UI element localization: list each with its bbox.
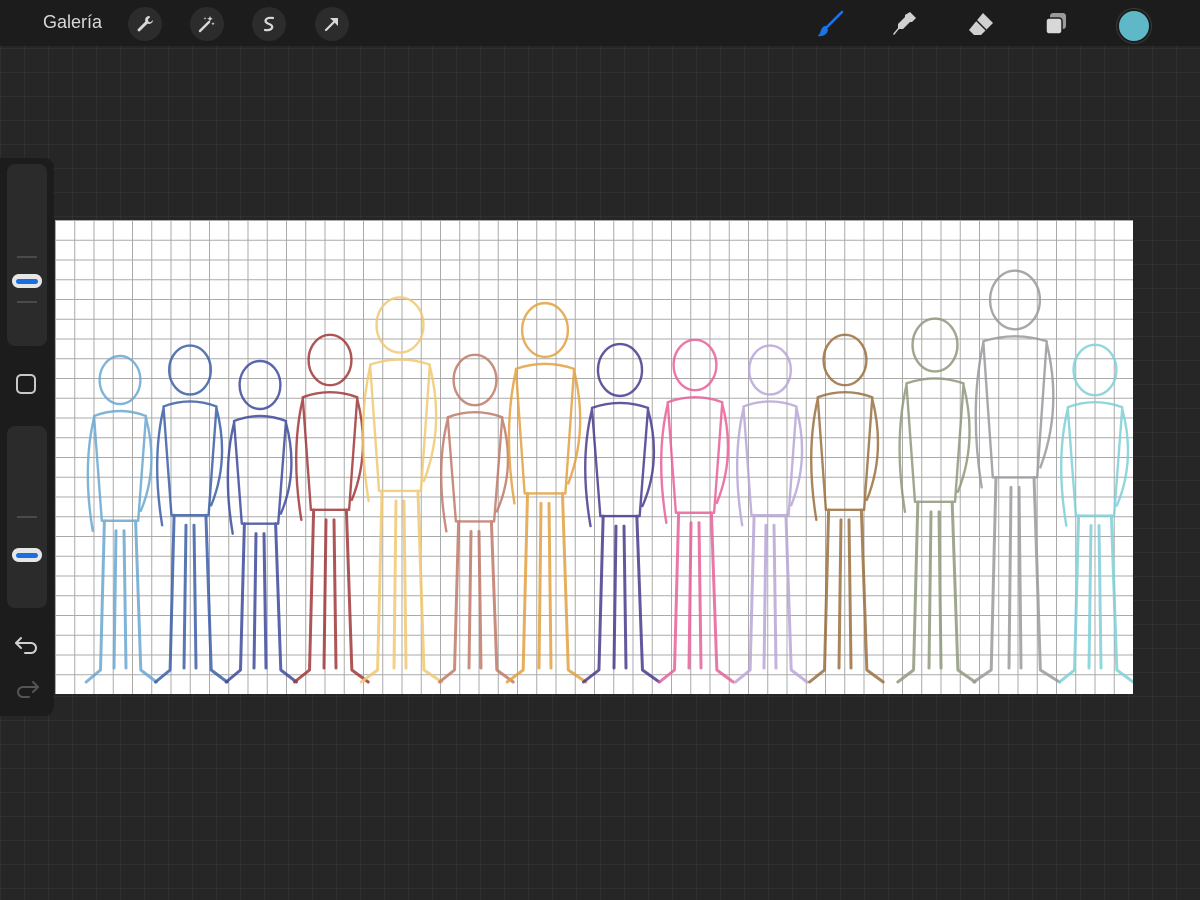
sketch-figure bbox=[438, 353, 515, 684]
selection-s-icon[interactable] bbox=[252, 7, 286, 41]
sketch-figure bbox=[658, 338, 735, 684]
gallery-button[interactable]: Galería bbox=[43, 12, 102, 33]
brush-size-slider[interactable] bbox=[7, 164, 47, 346]
sidebar bbox=[0, 158, 54, 716]
sketch-figure bbox=[808, 333, 885, 684]
sketch-figure bbox=[224, 359, 298, 684]
sketch-figure bbox=[581, 342, 661, 684]
color-picker-button[interactable] bbox=[1117, 9, 1151, 43]
top-toolbar: Galería bbox=[0, 0, 1200, 46]
sketch-figure bbox=[154, 344, 229, 684]
modify-square-icon[interactable] bbox=[16, 374, 36, 394]
sketch-figure bbox=[505, 301, 588, 684]
slider-tick bbox=[17, 256, 37, 258]
brush-icon[interactable] bbox=[812, 6, 848, 42]
smudge-icon[interactable] bbox=[887, 6, 923, 42]
sketch-figure bbox=[359, 296, 444, 684]
drawing-canvas[interactable] bbox=[55, 220, 1133, 694]
eraser-icon[interactable] bbox=[963, 6, 999, 42]
redo-icon[interactable] bbox=[13, 676, 41, 700]
sketch-figure bbox=[896, 317, 977, 684]
transform-arrow-icon[interactable] bbox=[315, 7, 349, 41]
layers-icon[interactable] bbox=[1038, 6, 1074, 42]
slider-tick bbox=[17, 301, 37, 303]
sketch-layer bbox=[84, 269, 1133, 684]
sketch-figure bbox=[84, 354, 158, 684]
opacity-slider[interactable] bbox=[7, 426, 47, 608]
sketch-figure bbox=[1058, 343, 1133, 684]
sketch-figure bbox=[972, 269, 1061, 684]
opacity-knob[interactable] bbox=[12, 548, 42, 562]
wrench-icon[interactable] bbox=[128, 7, 162, 41]
brush-size-knob[interactable] bbox=[12, 274, 42, 288]
undo-icon[interactable] bbox=[13, 632, 41, 656]
sketch-figure bbox=[734, 344, 809, 684]
sketch-figure bbox=[293, 333, 370, 684]
slider-tick bbox=[17, 516, 37, 518]
magic-wand-icon[interactable] bbox=[190, 7, 224, 41]
